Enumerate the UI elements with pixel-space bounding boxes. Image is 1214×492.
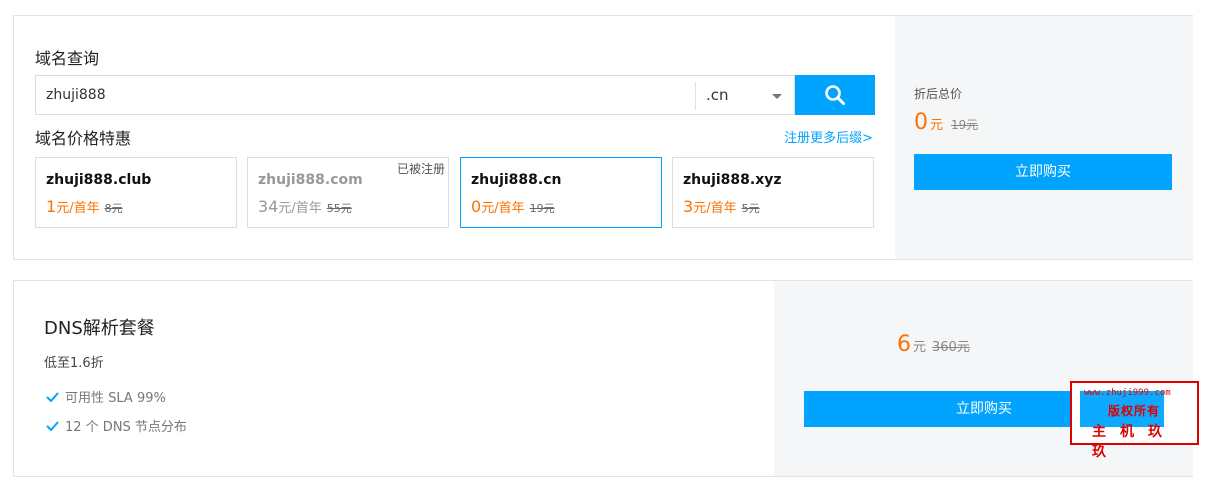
chevron-down-icon xyxy=(772,94,782,99)
dns-subtitle: 低至1.6折 xyxy=(44,356,104,371)
domain-price: 1元/首年 8元 xyxy=(46,197,123,216)
dns-old-price: 360元 xyxy=(932,340,970,355)
domain-card-com[interactable]: 已被注册 zhuji888.com 34元/首年 55元 xyxy=(247,157,449,228)
dns-price: 6 元 360元 xyxy=(897,332,970,357)
dns-package-card: DNS解析套餐 低至1.6折 可用性 SLA 99% 12 个 DNS 节点分布… xyxy=(13,280,1193,477)
domain-card-xyz[interactable]: zhuji888.xyz 3元/首年 5元 xyxy=(672,157,874,228)
domain-card-club[interactable]: zhuji888.club 1元/首年 8元 xyxy=(35,157,237,228)
dns-title: DNS解析套餐 xyxy=(44,318,155,339)
watermark-stamp: www.zhuji999.com 版权所有 主机玖玖 xyxy=(1070,381,1199,460)
more-suffix-link[interactable]: 注册更多后缀> xyxy=(784,127,873,146)
domain-old-price: 19元 xyxy=(529,202,555,215)
feature-item: 可用性 SLA 99% xyxy=(46,387,166,406)
search-icon xyxy=(825,85,845,105)
total-old-price: 19元 xyxy=(951,118,979,132)
check-icon xyxy=(46,391,59,402)
domain-old-price: 8元 xyxy=(104,202,123,215)
domain-name: zhuji888.xyz xyxy=(683,172,782,188)
domain-old-price: 5元 xyxy=(741,202,760,215)
domain-card-cn[interactable]: zhuji888.cn 0元/首年 19元 xyxy=(460,157,662,228)
domain-price: 0元/首年 19元 xyxy=(471,197,555,216)
buy-now-button[interactable]: 立即购买 xyxy=(914,154,1172,190)
domain-price-title: 域名价格特惠 xyxy=(35,129,132,148)
suffix-selected-value: .cn xyxy=(706,86,729,104)
domain-price: 3元/首年 5元 xyxy=(683,197,760,216)
domain-name: zhuji888.club xyxy=(46,172,152,188)
domain-search-card: 域名查询 zhuji888 .cn 域名价格特惠 注册更多后缀> zhuji88… xyxy=(13,15,1193,260)
watermark-copyright: 版权所有 xyxy=(1108,404,1161,418)
suffix-select[interactable]: .cn xyxy=(695,75,795,115)
domain-search-bar: zhuji888 .cn xyxy=(35,75,875,115)
divider xyxy=(695,82,696,110)
total-price: 0 元 19元 xyxy=(914,110,979,135)
watermark-brand: 主机玖玖 xyxy=(1092,424,1176,460)
total-label: 折后总价 xyxy=(914,87,963,101)
summary-panel xyxy=(895,16,1193,259)
registered-badge: 已被注册 xyxy=(396,162,445,176)
domain-old-price: 55元 xyxy=(326,202,352,215)
check-icon xyxy=(46,420,59,431)
domain-query-title: 域名查询 xyxy=(35,49,100,68)
search-button[interactable] xyxy=(795,75,875,115)
domain-price: 34元/首年 55元 xyxy=(258,197,352,216)
domain-search-input[interactable]: zhuji888 xyxy=(35,75,695,115)
domain-name: zhuji888.cn xyxy=(471,172,562,188)
feature-item: 12 个 DNS 节点分布 xyxy=(46,416,187,435)
watermark-url: www.zhuji999.com xyxy=(1084,388,1171,398)
domain-name: zhuji888.com xyxy=(258,172,363,188)
